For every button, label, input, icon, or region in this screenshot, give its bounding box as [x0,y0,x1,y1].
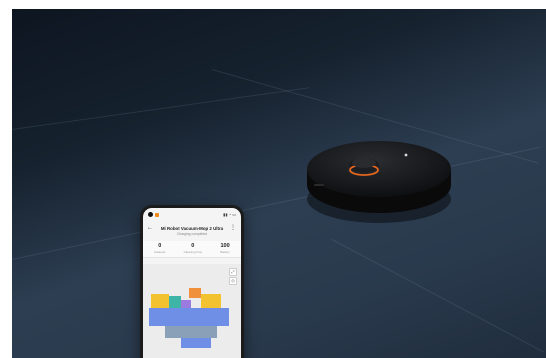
room-blue[interactable] [149,308,229,326]
back-arrow-icon[interactable]: ← [147,225,153,231]
floor-seam [12,87,310,130]
room-blue-lower[interactable] [181,338,211,348]
camera-hole [148,212,153,217]
status-icons: ▮▮ ◔ ▭ [223,212,236,217]
lidar-cap [352,158,376,168]
room-purple[interactable] [181,300,191,308]
app-header: ← Mi Robot Vacuum-Mop 2 Ultra Charging c… [143,221,241,241]
stats-row: 0 Cleaned 0 Cleaning time 100 Battery [143,241,241,258]
status-bar: ▮▮ ◔ ▭ [143,208,241,221]
phone-screen: ▮▮ ◔ ▭ ← Mi Robot Vacuum-Mop 2 Ultra Cha… [143,208,241,358]
room-orange[interactable] [189,288,201,298]
room-teal[interactable] [169,296,181,308]
robot-top [307,141,451,197]
app-title: Mi Robot Vacuum-Mop 2 Ultra [160,226,224,231]
room-yellow[interactable] [151,294,169,308]
stat-label: Cleaned [154,250,166,254]
stat-cleaning-time: 0 Cleaning time [184,243,202,254]
front-bumper-mark [314,184,324,186]
product-photo: ▮▮ ◔ ▭ ← Mi Robot Vacuum-Mop 2 Ultra Cha… [12,9,546,358]
floor-seam [331,239,545,353]
smartphone: ▮▮ ◔ ▭ ← Mi Robot Vacuum-Mop 2 Ultra Cha… [140,205,244,358]
stat-value: 0 [191,243,195,249]
map-locate-icon[interactable]: ◎ [229,277,237,285]
power-button [404,153,408,157]
stat-value: 0 [158,243,162,249]
floor-seam [12,146,541,260]
stat-label: Battery [220,250,230,254]
cleaning-map[interactable]: ⤢ ◎ [143,264,241,358]
stat-cleaned: 0 Cleaned [154,243,165,254]
stat-value: 100 [220,243,230,249]
map-expand-icon[interactable]: ⤢ [229,268,237,276]
room-gray[interactable] [165,326,217,338]
robot-vacuum [307,141,451,223]
stat-label: Cleaning time [183,250,202,254]
app-subtitle: Charging completed [176,232,208,236]
notification-icon [155,212,159,217]
more-icon[interactable]: ⋮ [230,224,236,231]
status-left [148,212,159,217]
stat-battery: 100 Battery [220,243,230,254]
room-yellow-right[interactable] [201,294,221,308]
